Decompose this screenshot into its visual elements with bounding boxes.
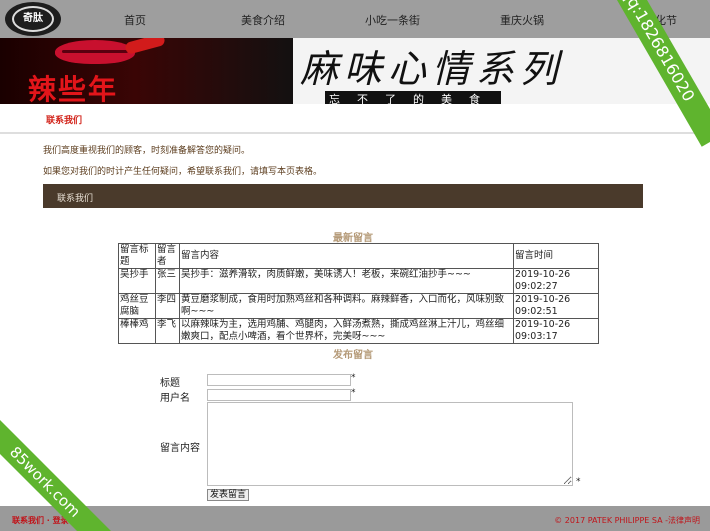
content-label: 留言内容: [160, 443, 200, 454]
row-title: 吴抄手: [118, 268, 156, 294]
table-row: 吴抄手 张三 吴抄手：滋养滑软，肉质鲜嫩，美味诱人！老板，来碗红油抄手~~~ 2…: [118, 268, 599, 294]
header-cell-content: 留言内容: [179, 243, 514, 269]
header-cell-author: 留言者: [155, 243, 180, 269]
brand-name: 辣些年: [28, 73, 119, 104]
form-title: 发布留言: [333, 350, 373, 361]
row-time: 2019-10-26 09:02:51: [513, 293, 599, 319]
row-title: 鸡丝豆腐脑: [118, 293, 156, 319]
row-author: 李飞: [155, 318, 180, 344]
row-author: 张三: [155, 268, 180, 294]
table-row: 鸡丝豆腐脑 李四 黄豆磨浆制成，食用时加熟鸡丝和各种调料。麻辣鲜香，入口而化，风…: [118, 293, 599, 319]
title-input[interactable]: [207, 374, 351, 386]
breadcrumb-bar: 联系我们: [0, 104, 710, 134]
footer-contact-text: 联系我们: [12, 516, 44, 525]
row-time: 2019-10-26 09:03:17: [513, 318, 599, 344]
breadcrumb[interactable]: 联系我们: [46, 113, 82, 126]
top-nav: 奇肽 首页 美食介绍 小吃一条街 重庆火锅 化节: [0, 0, 710, 38]
submit-button[interactable]: 发表留言: [207, 489, 250, 501]
messages-title: 最新留言: [333, 233, 373, 244]
site-logo[interactable]: 奇肽: [5, 2, 61, 36]
username-label: 用户名: [160, 393, 190, 404]
section-header: 联系我们: [43, 184, 643, 208]
footer-copyright: © 2017 PATEK PHILIPPE SA -法律声明: [554, 516, 700, 525]
row-title: 棒棒鸡: [118, 318, 156, 344]
row-content: 吴抄手：滋养滑软，肉质鲜嫩，美味诱人！老板，来碗红油抄手~~~: [179, 268, 514, 294]
header-cell-time: 留言时间: [513, 243, 599, 269]
table-header-row: 留言标题 留言者 留言内容 留言时间: [118, 243, 599, 269]
intro-line-2: 如果您对我们的时计产生任何疑问，希望联系我们，请填写本页表格。: [43, 167, 323, 177]
row-content: 以麻辣味为主，选用鸡脯、鸡腿肉，入鲜汤煮熟，撕成鸡丝淋上汁儿，鸡丝细嫩爽口，配点…: [179, 318, 514, 344]
username-input[interactable]: [207, 389, 351, 401]
table-row: 棒棒鸡 李飞 以麻辣味为主，选用鸡脯、鸡腿肉，入鲜汤煮熟，撕成鸡丝淋上汁儿，鸡丝…: [118, 318, 599, 344]
banner-slogan: 麻味心情系列: [300, 47, 565, 91]
section-title: 联系我们: [57, 194, 94, 204]
username-required-mark: *: [351, 388, 356, 398]
messages-table: 留言标题 留言者 留言内容 留言时间 吴抄手 张三 吴抄手：滋养滑软，肉质鲜嫩，…: [118, 243, 599, 344]
nav-item-snack-street[interactable]: 小吃一条街: [365, 12, 420, 28]
hero-banner: 辣些年 麻味心情系列 忘不了的美食: [0, 38, 710, 104]
banner-subtitle: 忘不了的美食: [325, 91, 501, 104]
nav-item-home[interactable]: 首页: [124, 12, 146, 28]
lips-line: [62, 50, 128, 53]
row-time: 2019-10-26 09:02:27: [513, 268, 599, 294]
nav-item-food-intro[interactable]: 美食介绍: [241, 12, 285, 28]
intro-line-1: 我们高度重视我们的顾客，时刻准备解答您的疑问。: [43, 146, 251, 156]
title-required-mark: *: [351, 373, 356, 383]
content-required-mark: *: [576, 477, 581, 487]
nav-item-hotpot[interactable]: 重庆火锅: [500, 12, 544, 28]
title-label: 标题: [160, 378, 180, 389]
logo-text: 奇肽: [12, 6, 54, 32]
header-cell-title: 留言标题: [118, 243, 156, 269]
content-textarea[interactable]: [207, 402, 573, 486]
row-author: 李四: [155, 293, 180, 319]
footer-contact-link[interactable]: 联系我们 · 登录: [12, 515, 69, 526]
row-content: 黄豆磨浆制成，食用时加熟鸡丝和各种调料。麻辣鲜香，入口而化，风味别致啊~~~: [179, 293, 514, 319]
